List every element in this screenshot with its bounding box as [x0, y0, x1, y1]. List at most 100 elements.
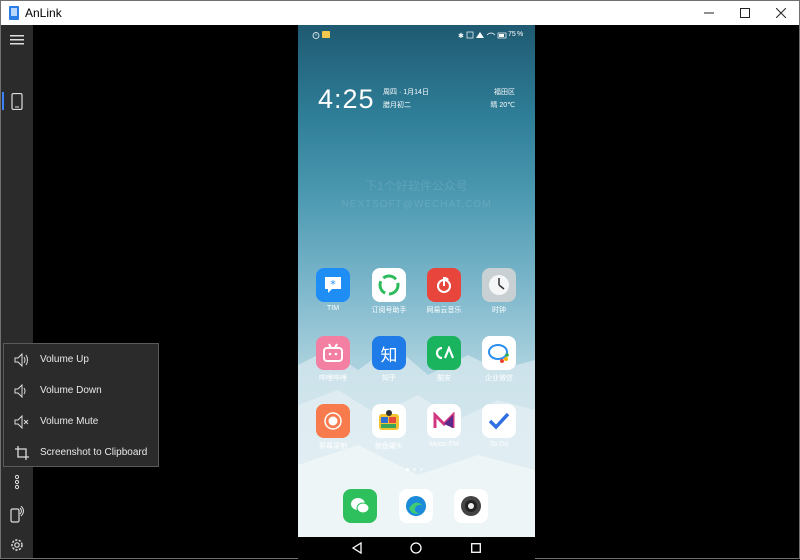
app-label: 屏幕录制 [319, 443, 347, 450]
status-bar: ✱ 75 % [298, 25, 535, 45]
app-label: 网易云音乐 [426, 307, 462, 314]
home-button[interactable] [409, 541, 423, 555]
volume-up-menu-item[interactable]: Volume Up [4, 344, 158, 375]
screen-record-icon [316, 404, 350, 438]
device-actions-menu: Volume Up Volume Down Volume Mute Screen… [3, 343, 159, 467]
close-icon [776, 8, 786, 18]
weather-label: 晴 20℃ [490, 102, 515, 109]
lock-clock: 4:25 [318, 84, 375, 114]
device-screen-button[interactable] [1, 86, 33, 116]
app-label: To Do [489, 441, 509, 448]
coolapk-icon [427, 336, 461, 370]
app-label: 哔哩哔哩 [319, 375, 347, 382]
app-label: 鲸鱼罐头 [375, 443, 403, 450]
edge-icon[interactable] [399, 489, 433, 523]
alarm-icon [312, 32, 320, 39]
menu-item-label: Volume Up [40, 354, 89, 365]
settings-button[interactable] [1, 530, 33, 560]
app-logo-icon [9, 6, 19, 20]
screenshot-menu-item[interactable]: Screenshot to Clipboard [4, 437, 158, 468]
recents-button[interactable] [469, 541, 483, 555]
app-wecom[interactable]: 企业微信 [473, 336, 525, 383]
phone-nav-bar [298, 537, 535, 559]
menu-icon [10, 35, 24, 45]
page-dot [420, 468, 423, 471]
app-whale-can[interactable]: 鲸鱼罐头 [363, 404, 415, 451]
app-label: 企业微信 [485, 375, 513, 382]
subscription-assistant-icon [372, 268, 406, 302]
app-label: 酷安 [437, 375, 451, 382]
lunar-date: 腊月初二 [383, 102, 411, 109]
app-label: 订阅号助手 [371, 307, 407, 314]
volume-down-menu-item[interactable]: Volume Down [4, 375, 158, 406]
sidebar [1, 25, 33, 558]
volume-up-icon [14, 352, 28, 367]
netease-music-icon [427, 268, 461, 302]
app-clock[interactable]: 时钟 [473, 268, 525, 315]
crop-icon [15, 445, 29, 460]
menu-item-label: Volume Down [40, 385, 102, 396]
notification-icon [322, 31, 330, 38]
app-label: 时钟 [492, 307, 506, 314]
date-line: 周四 · 1月14日 [383, 89, 429, 96]
title-bar[interactable]: AnLink [1, 1, 799, 25]
window-title: AnLink [25, 6, 62, 20]
volume-mute-menu-item[interactable]: Volume Mute [4, 406, 158, 437]
maximize-icon [740, 8, 750, 18]
menu-item-label: Volume Mute [40, 416, 99, 427]
volume-mute-icon [14, 414, 29, 429]
watermark: 下1个好软件公众号 [365, 179, 468, 193]
app-tim[interactable]: * TIM [307, 268, 359, 312]
todo-icon [482, 404, 516, 438]
wechat-icon[interactable] [343, 489, 377, 523]
home-icon [410, 542, 422, 554]
more-button[interactable] [1, 467, 33, 497]
app-bilibili[interactable]: 哔哩哔哩 [307, 336, 359, 383]
hamburger-menu-button[interactable] [1, 25, 33, 55]
app-label: 知乎 [382, 375, 396, 382]
menu-item-label: Screenshot to Clipboard [40, 447, 148, 458]
wecom-icon [482, 336, 516, 370]
phone-icon [11, 92, 23, 110]
app-screen-record[interactable]: 屏幕录制 [307, 404, 359, 451]
phone-screen[interactable]: ✱ 75 % 4:25 周四 · 1月14日 腊月初二 福田区 晴 20℃ 下1… [298, 25, 535, 537]
page-dot [413, 468, 416, 471]
more-icon [14, 474, 20, 490]
maximize-button[interactable] [727, 1, 763, 25]
minimize-button[interactable] [691, 1, 727, 25]
app-netease-music[interactable]: 网易云音乐 [418, 268, 470, 315]
clock-icon [482, 268, 516, 302]
svg-text:*: * [330, 278, 336, 291]
close-button[interactable] [763, 1, 799, 25]
app-label: TIM [326, 305, 340, 312]
location-label: 福田区 [494, 89, 515, 96]
recents-icon [471, 543, 481, 553]
app-label: Moon FM [429, 441, 459, 448]
zhihu-icon: 知 [372, 336, 406, 370]
back-button[interactable] [350, 541, 364, 555]
anlink-window: AnLink Volume Up Volume Down Volume Mute… [0, 0, 800, 559]
svg-text:✱: ✱ [458, 32, 464, 39]
app-todo[interactable]: To Do [473, 404, 525, 448]
settings-icon [11, 539, 23, 551]
battery-percent-sign: % [517, 31, 524, 38]
app-zhihu[interactable]: 知 知乎 [363, 336, 415, 383]
page-indicator [406, 468, 423, 471]
phone-remote-icon [10, 505, 24, 523]
watermark: NEXTSOFT@WECHAT.COM [341, 199, 492, 210]
bilibili-icon [316, 336, 350, 370]
status-icons: ✱ [458, 31, 507, 39]
battery-level: 75 [508, 31, 516, 38]
moon-fm-icon [427, 404, 461, 438]
tim-icon: * [316, 268, 350, 302]
phone-control-button[interactable] [1, 499, 33, 529]
back-icon [352, 542, 362, 554]
app-coolapk[interactable]: 酷安 [418, 336, 470, 383]
app-moon-fm[interactable]: Moon FM [418, 404, 470, 448]
minimize-icon [704, 12, 714, 14]
camera-icon[interactable] [454, 489, 488, 523]
whale-can-icon [372, 404, 406, 438]
volume-down-icon [14, 383, 26, 398]
page-dot [406, 468, 409, 471]
app-subscription-assistant[interactable]: 订阅号助手 [363, 268, 415, 315]
